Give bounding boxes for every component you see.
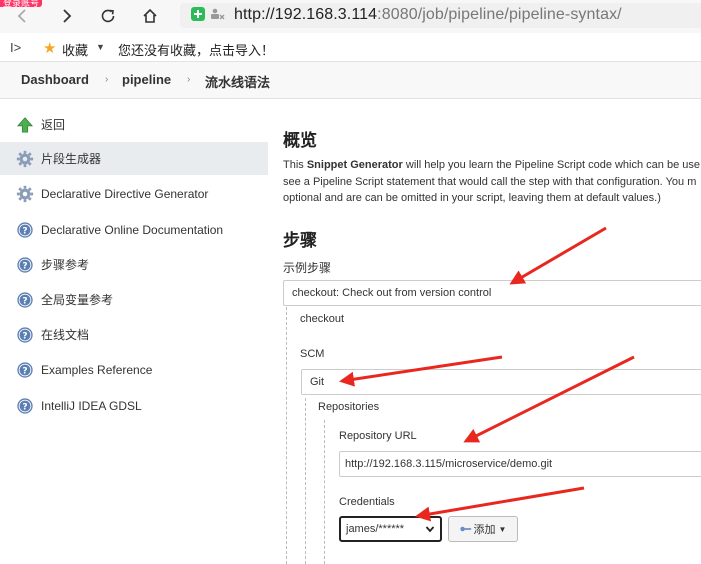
chevron-right-icon: › [105,74,109,85]
sidebar-item-global-variables-reference[interactable]: ? 全局变量参考 [0,283,268,316]
chevron-down-icon [425,526,435,533]
svg-text:?: ? [22,402,27,412]
sidebar-item-label: 步骤参考 [41,258,90,272]
sidebar-item-snippet-generator[interactable]: 片段生成器 [0,142,268,175]
breadcrumb-pipeline[interactable]: pipeline [122,72,171,87]
scm-select[interactable]: Git [301,369,701,395]
svg-text:?: ? [22,296,27,306]
sidebar-item-steps-reference[interactable]: ? 步骤参考 [0,248,268,281]
sidebar-item-back[interactable]: 返回 [0,108,268,141]
sidebar-item-label: 返回 [41,118,66,132]
caret-down-icon[interactable]: ▼ [96,42,105,52]
overview-description: This Snippet Generator will help you lea… [283,157,701,207]
breadcrumb-dashboard[interactable]: Dashboard [21,72,89,87]
sidebar-item-label: Declarative Online Documentation [41,222,224,237]
home-icon[interactable] [137,3,163,29]
sidebar-toggle-icon[interactable]: I> [10,40,21,55]
help-icon: ? [15,255,35,275]
desc-strong: Snippet Generator [306,159,403,171]
caret-down-icon: ▼ [498,524,507,534]
sidebar-item-declarative-directive-generator[interactable]: Declarative Directive Generator [0,177,268,210]
checkout-label: checkout [300,313,345,325]
section-divider [324,420,325,564]
back-icon[interactable] [10,3,36,29]
sidebar-item-intellij-idea-gdsl[interactable]: ? IntelliJ IDEA GDSL [0,389,268,422]
url-path: :8080/job/pipeline/pipeline-syntax/ [377,6,622,23]
bookmarks-label[interactable]: 收藏 [62,40,88,59]
help-icon: ? [15,220,35,240]
add-credentials-button[interactable]: 添加 ▼ [448,516,518,542]
url-text[interactable]: http://192.168.3.114:8080/job/pipeline/p… [234,6,622,24]
star-icon[interactable]: ★ [43,39,56,57]
desc-text: will help you learn the Pipeline Script … [402,159,700,171]
bookmarks-hint[interactable]: 您还没有收藏，点击导入！ [118,40,274,59]
sidebar-item-label: 全局变量参考 [41,293,114,307]
sample-step-label: 示例步骤 [283,261,332,275]
reload-icon[interactable] [95,3,121,29]
section-divider [286,307,287,564]
forward-icon[interactable] [53,3,79,29]
up-arrow-icon [15,115,35,135]
sample-step-select[interactable]: checkout: Check out from version control [283,280,701,306]
svg-text:?: ? [22,366,27,376]
url-host: http://192.168.3.114 [234,6,378,23]
repository-url-input[interactable]: http://192.168.3.115/microservice/demo.g… [339,451,701,477]
help-icon: ? [15,325,35,345]
credentials-value: james/****** [346,523,405,535]
sidebar-item-label: IntelliJ IDEA GDSL [41,398,142,413]
repository-url-label: Repository URL [339,430,417,442]
help-icon: ? [15,290,35,310]
annotation-arrow [509,226,607,285]
svg-text:?: ? [22,226,27,236]
credentials-select[interactable]: james/****** [339,516,442,542]
page-title: 概览 [283,131,317,150]
gear-icon [15,184,35,204]
chevron-right-icon: › [187,74,191,85]
sidebar-item-label: 片段生成器 [41,152,102,166]
sidebar-item-label: Examples Reference [41,362,153,377]
steps-heading: 步骤 [283,231,317,250]
svg-text:?: ? [22,261,27,271]
sidebar-item-label: 在线文档 [41,328,90,342]
desc-line: see a Pipeline Script statement that wou… [283,175,697,188]
key-icon [459,526,471,532]
sidebar-item-online-documentation[interactable]: ? 在线文档 [0,318,268,351]
desc-line: optional and are can be omitted in your … [283,192,661,204]
scm-label: SCM [300,348,325,360]
sidebar-item-label: Declarative Directive Generator [41,186,209,201]
bookmarks-bar [0,33,701,62]
desc-text: This [283,159,307,171]
add-button-label: 添加 [473,524,496,536]
camera-off-icon[interactable] [209,6,225,22]
help-icon: ? [15,360,35,380]
gear-icon [15,149,35,169]
sidebar-item-declarative-online-documentation[interactable]: ? Declarative Online Documentation [0,213,268,246]
help-icon: ? [15,396,35,416]
annotation-arrow [415,486,585,522]
repositories-label: Repositories [318,401,380,413]
sidebar-item-examples-reference[interactable]: ? Examples Reference [0,353,268,386]
shield-icon[interactable] [191,7,205,21]
section-divider [305,398,306,564]
credentials-label: Credentials [339,496,395,508]
breadcrumb-pipeline-syntax[interactable]: 流水线语法 [205,72,270,91]
svg-text:?: ? [22,331,27,341]
